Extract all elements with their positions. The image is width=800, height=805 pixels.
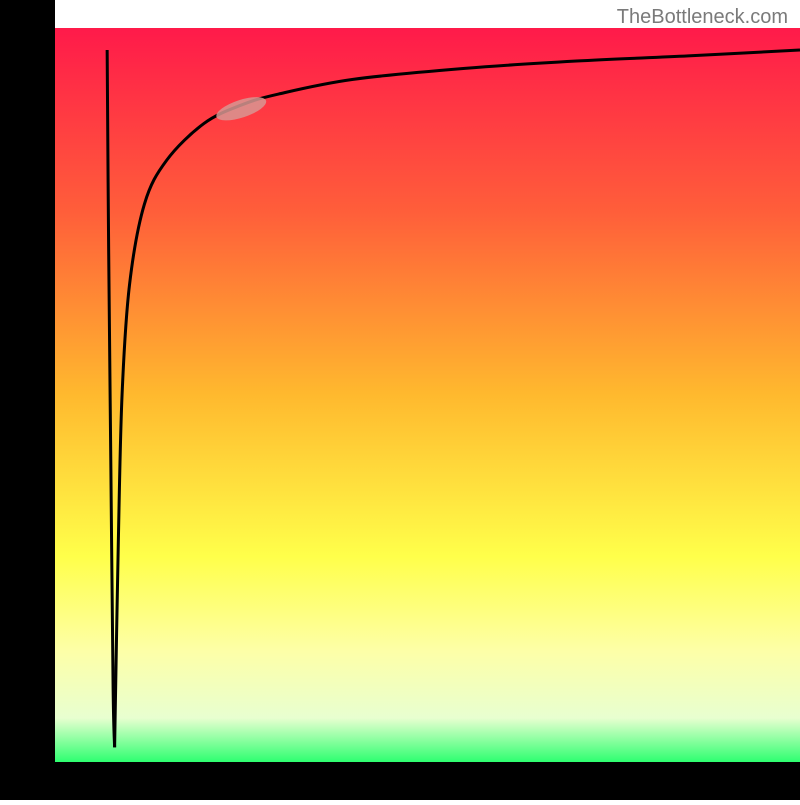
x-axis <box>0 762 800 800</box>
chart-svg <box>0 0 800 800</box>
chart-container: TheBottleneck.com <box>0 0 800 800</box>
y-axis <box>0 0 55 800</box>
watermark-text: TheBottleneck.com <box>617 6 788 29</box>
plot-background <box>55 28 800 762</box>
